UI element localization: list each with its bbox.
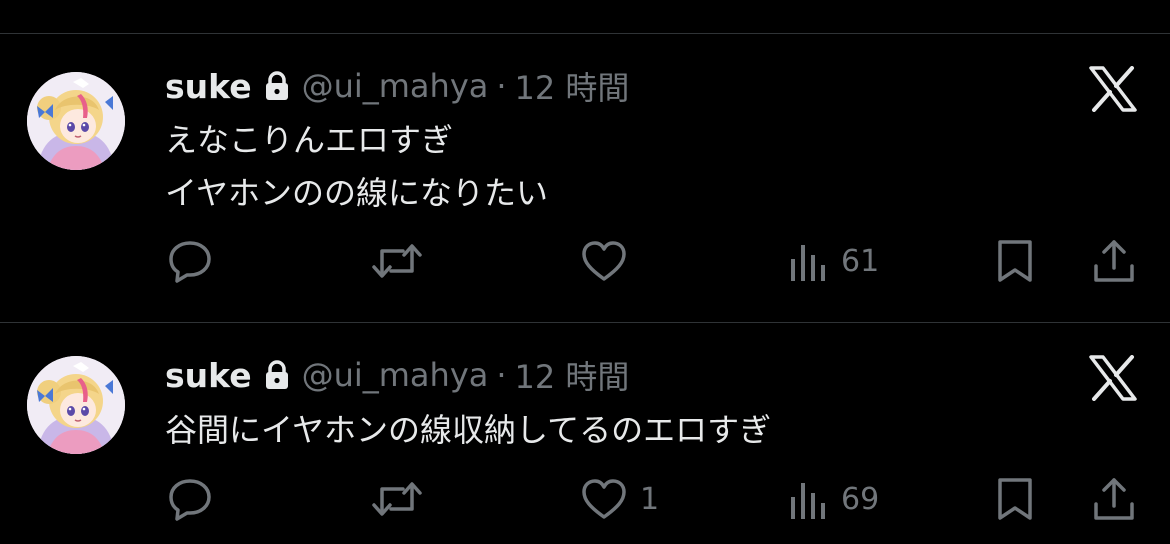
tweet-text-line: 谷間にイヤホンの線収納してるのエロすぎ bbox=[165, 411, 772, 449]
views-count: 61 bbox=[841, 243, 880, 279]
reply-icon bbox=[167, 239, 213, 283]
tweet-text-line: イヤホンのの線になりたい bbox=[165, 174, 549, 212]
bookmark-button[interactable] bbox=[996, 474, 1034, 524]
heart-icon bbox=[580, 239, 628, 283]
views-button[interactable]: 61 bbox=[789, 236, 879, 286]
tweet[interactable]: suke @ui_mahya · 12 時間 谷間にイヤホンの線収納してるのエロ… bbox=[0, 323, 1170, 544]
separator-dot: · bbox=[496, 67, 507, 105]
views-count: 69 bbox=[841, 481, 880, 517]
tweet[interactable]: suke @ui_mahya · 12 時間 えなこりんエロすぎ イヤホンのの線… bbox=[0, 0, 1170, 320]
reply-button[interactable] bbox=[167, 474, 213, 524]
share-icon bbox=[1092, 476, 1136, 522]
display-name[interactable]: suke bbox=[165, 67, 252, 106]
retweet-button[interactable] bbox=[371, 236, 423, 286]
lock-icon bbox=[264, 71, 290, 101]
retweet-icon bbox=[371, 477, 423, 521]
lock-icon bbox=[264, 360, 290, 390]
views-button[interactable]: 69 bbox=[789, 474, 879, 524]
user-handle[interactable]: @ui_mahya bbox=[302, 67, 489, 105]
user-handle[interactable]: @ui_mahya bbox=[302, 356, 489, 394]
tweet-header: suke @ui_mahya · 12 時間 bbox=[165, 63, 630, 109]
bookmark-icon bbox=[996, 238, 1034, 284]
timestamp[interactable]: 12 時間 bbox=[515, 63, 630, 109]
heart-icon bbox=[580, 477, 628, 521]
timestamp[interactable]: 12 時間 bbox=[515, 352, 630, 398]
tweet-header: suke @ui_mahya · 12 時間 bbox=[165, 352, 630, 398]
action-bar: 1 69 bbox=[0, 474, 1170, 524]
like-button[interactable]: 1 bbox=[580, 474, 659, 524]
retweet-button[interactable] bbox=[371, 474, 423, 524]
timeline: suke @ui_mahya · 12 時間 えなこりんエロすぎ イヤホンのの線… bbox=[0, 0, 1170, 544]
share-button[interactable] bbox=[1092, 474, 1136, 524]
avatar[interactable] bbox=[27, 356, 125, 454]
views-chart-icon bbox=[789, 477, 829, 521]
share-icon bbox=[1092, 238, 1136, 284]
avatar[interactable] bbox=[27, 72, 125, 170]
reply-icon bbox=[167, 477, 213, 521]
action-bar: 61 bbox=[0, 236, 1170, 286]
like-count: 1 bbox=[640, 481, 660, 517]
separator-dot: · bbox=[496, 356, 507, 394]
views-chart-icon bbox=[789, 239, 829, 283]
bookmark-button[interactable] bbox=[996, 236, 1034, 286]
retweet-icon bbox=[371, 239, 423, 283]
like-button[interactable] bbox=[580, 236, 628, 286]
x-logo-icon bbox=[1088, 355, 1138, 401]
share-button[interactable] bbox=[1092, 236, 1136, 286]
bookmark-icon bbox=[996, 476, 1034, 522]
reply-button[interactable] bbox=[167, 236, 213, 286]
tweet-text-line: えなこりんエロすぎ bbox=[165, 121, 454, 159]
display-name[interactable]: suke bbox=[165, 356, 252, 395]
x-logo-icon bbox=[1088, 66, 1138, 112]
